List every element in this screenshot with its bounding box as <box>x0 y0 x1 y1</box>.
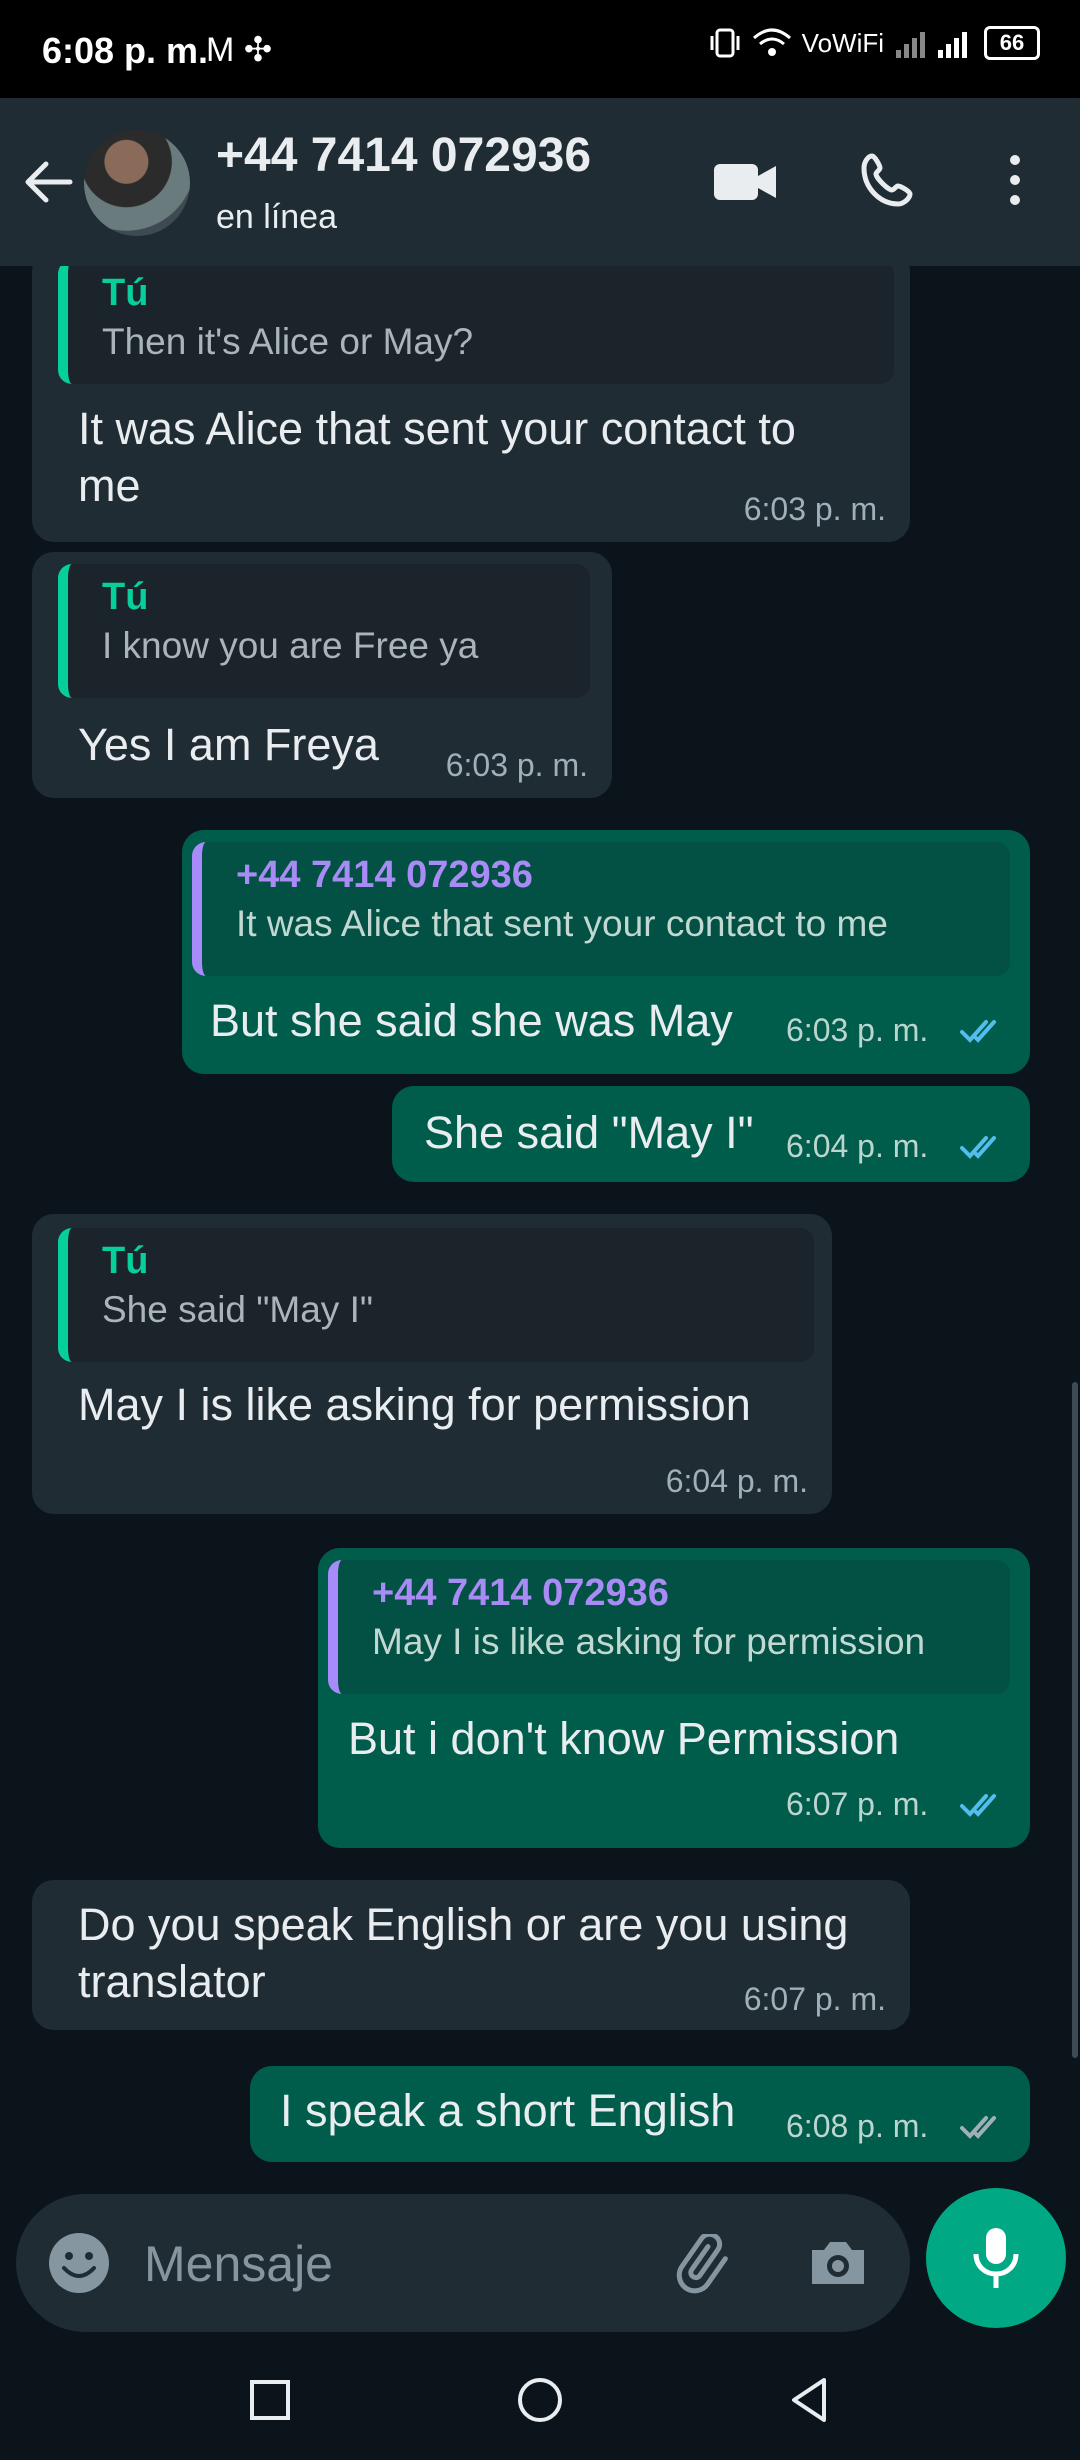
recent-apps-icon[interactable] <box>242 2372 298 2428</box>
message-text: May I is like asking for permission <box>78 1379 751 1430</box>
microphone-icon <box>973 2228 1019 2288</box>
quote-author: +44 7414 072936 <box>372 1572 669 1614</box>
message-time: 6:03 p. m. <box>786 1012 929 1048</box>
battery-level: 66 <box>984 26 1040 60</box>
back-icon[interactable] <box>782 2372 838 2428</box>
message-text: But i don't know Permission <box>348 1713 900 1764</box>
message-text: Do you speak English or are you using tr… <box>78 1899 849 2007</box>
read-receipt-icon <box>960 1136 996 1159</box>
status-time: 6:08 p. m. <box>42 30 209 71</box>
vibrate-icon <box>710 28 740 58</box>
scrollbar[interactable] <box>1072 1382 1078 2058</box>
message-text: I speak a short English <box>280 2085 736 2136</box>
avatar[interactable] <box>84 130 190 236</box>
chat-header: +44 7414 072936 en línea <box>0 98 1080 266</box>
composer <box>0 2188 1080 2338</box>
message-time: 6:08 p. m. <box>786 2108 929 2144</box>
quote-author: Tú <box>102 1240 149 1282</box>
video-call-icon[interactable] <box>710 154 780 210</box>
read-receipt-icon <box>960 1020 996 1043</box>
quote-text: Then it's Alice or May? <box>102 321 474 362</box>
message-text: She said "May I" <box>424 1107 754 1158</box>
back-arrow-icon[interactable] <box>20 154 76 210</box>
quoted-message[interactable]: +44 7414 072936 It was Alice that sent y… <box>192 842 1010 976</box>
message-text: But she said she was May <box>210 995 733 1046</box>
message-time: 6:07 p. m. <box>786 1786 929 1822</box>
emoji-icon[interactable] <box>46 2230 112 2296</box>
attach-icon[interactable] <box>672 2234 742 2294</box>
message-time: 6:03 p. m. <box>743 491 886 527</box>
wifi-icon <box>752 28 791 56</box>
message-time: 6:04 p. m. <box>665 1463 808 1499</box>
message-bubble-outgoing[interactable]: She said "May I" 6:04 p. m. <box>392 1086 1030 1182</box>
quoted-message[interactable]: Tú She said "May I" <box>58 1228 814 1362</box>
more-options-icon[interactable] <box>1000 150 1030 210</box>
home-icon[interactable] <box>512 2372 568 2428</box>
phone-call-icon[interactable] <box>858 150 918 210</box>
message-bubble-outgoing[interactable]: +44 7414 072936 May I is like asking for… <box>318 1548 1030 1848</box>
screen: 6:08 p. m. M ✣ VoWiFi 66 +44 7414 072936… <box>0 0 1080 2460</box>
system-icons: VoWiFi 66 <box>708 26 1040 60</box>
message-bubble-outgoing[interactable]: +44 7414 072936 It was Alice that sent y… <box>182 830 1030 1074</box>
message-time: 6:07 p. m. <box>743 1981 886 2017</box>
message-input-container <box>16 2194 910 2332</box>
message-time: 6:03 p. m. <box>445 747 588 783</box>
message-bubble-incoming[interactable]: Tú She said "May I" May I is like asking… <box>32 1214 832 1514</box>
quote-text: May I is like asking for permission <box>372 1621 926 1662</box>
message-list[interactable]: Tú Then it's Alice or May? It was Alice … <box>0 266 1080 2188</box>
quote-text: I know you are Free ya <box>102 625 479 666</box>
system-navigation-bar <box>0 2338 1080 2460</box>
vowifi-label: VoWiFi <box>801 27 884 58</box>
quoted-message[interactable]: Tú I know you are Free ya <box>58 564 590 698</box>
message-text: Yes I am Freya <box>78 719 379 770</box>
quote-text: She said "May I" <box>102 1289 373 1330</box>
message-bubble-outgoing[interactable]: I speak a short English 6:08 p. m. <box>250 2066 1030 2162</box>
quoted-message[interactable]: +44 7414 072936 May I is like asking for… <box>328 1560 1010 1694</box>
signal-icon <box>896 32 967 58</box>
quote-author: Tú <box>102 272 149 314</box>
message-bubble-incoming[interactable]: Do you speak English or are you using tr… <box>32 1880 910 2030</box>
message-text: It was Alice that sent your contact to m… <box>78 403 796 511</box>
message-bubble-incoming[interactable]: Tú Then it's Alice or May? It was Alice … <box>32 266 910 542</box>
quote-author: +44 7414 072936 <box>236 854 533 896</box>
voice-message-button[interactable] <box>926 2188 1066 2328</box>
quote-author: Tú <box>102 576 149 618</box>
message-bubble-incoming[interactable]: Tú I know you are Free ya Yes I am Freya… <box>32 552 612 798</box>
notification-icons: M ✣ <box>206 31 273 69</box>
message-time: 6:04 p. m. <box>786 1128 929 1164</box>
camera-icon[interactable] <box>806 2232 870 2292</box>
read-receipt-icon <box>960 1794 996 1817</box>
quoted-message[interactable]: Tú Then it's Alice or May? <box>58 266 894 384</box>
delivered-receipt-icon <box>960 2116 996 2139</box>
message-input[interactable] <box>142 2228 666 2300</box>
status-bar: 6:08 p. m. M ✣ VoWiFi 66 <box>0 0 1080 98</box>
contact-name[interactable]: +44 7414 072936 <box>216 128 591 183</box>
quote-text: It was Alice that sent your contact to m… <box>236 903 888 944</box>
contact-status: en línea <box>216 198 337 236</box>
